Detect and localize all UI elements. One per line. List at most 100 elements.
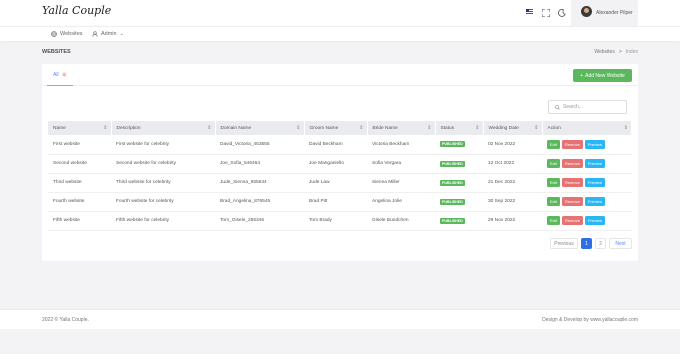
cell-domain: Joe_Sofia_546464 bbox=[215, 154, 304, 174]
cell-groom: Brad Pitt bbox=[304, 192, 367, 212]
column-date-label: Wedding Date bbox=[488, 125, 519, 131]
pagination-page-1[interactable]: 1 bbox=[581, 238, 592, 249]
cell-wedding-date: 02 Nov 2022 bbox=[483, 135, 542, 155]
websites-table: Name ⇕ Description ⇕ Domain Name ⇕ Groom Na… bbox=[48, 121, 632, 231]
plus-icon: + bbox=[580, 72, 584, 79]
sort-icon: ⇕ bbox=[296, 125, 301, 131]
remove-button[interactable]: Remove bbox=[561, 178, 583, 187]
cell-actions: Edit Remove Preview bbox=[542, 173, 632, 193]
cell-name: Fourth website bbox=[48, 192, 111, 212]
status-badge: PUBLISHED bbox=[440, 179, 465, 186]
brand-logo[interactable]: Yalla Couple bbox=[42, 4, 111, 17]
cell-status: PUBLISHED bbox=[435, 173, 483, 193]
user-menu[interactable]: Alexander Pilper bbox=[571, 0, 638, 26]
cell-description: Fifth website for celebrity bbox=[111, 211, 215, 231]
add-new-website-label: Add New Website bbox=[585, 72, 625, 79]
edit-button[interactable]: Edit bbox=[547, 216, 560, 225]
user-name: Alexander Pilper bbox=[596, 10, 633, 16]
pagination-next[interactable]: Next bbox=[609, 238, 632, 249]
column-header-groom[interactable]: Groom Name ⇕ bbox=[304, 121, 368, 135]
remove-button[interactable]: Remove bbox=[561, 197, 583, 206]
column-domain-label: Domain Name bbox=[220, 125, 252, 131]
fullscreen-icon[interactable] bbox=[541, 8, 550, 17]
footer-copyright: 2022 © Yalla Couple. bbox=[42, 317, 89, 323]
cell-description: Second website for celebrity bbox=[111, 154, 215, 174]
user-icon bbox=[92, 31, 98, 37]
table-header-row: Name ⇕ Description ⇕ Domain Name ⇕ Groom Na… bbox=[48, 121, 632, 135]
sort-icon: ⇕ bbox=[623, 125, 628, 131]
remove-button[interactable]: Remove bbox=[561, 139, 583, 149]
tab-all-label: All bbox=[53, 71, 59, 78]
pagination-page-2[interactable]: 2 bbox=[595, 238, 606, 249]
search-input[interactable] bbox=[563, 104, 621, 110]
cell-name: Third website bbox=[48, 173, 111, 193]
column-groom-label: Groom Name bbox=[309, 125, 339, 131]
sort-icon: ⇕ bbox=[534, 125, 539, 131]
column-header-action[interactable]: Action ⇕ bbox=[542, 121, 632, 135]
top-bar: Yalla Couple Alexander Pilper bbox=[0, 0, 680, 26]
cell-domain: David_Victoria_453555 bbox=[215, 135, 304, 155]
remove-button[interactable]: Remove bbox=[561, 159, 583, 168]
nav-websites-label: Websites bbox=[60, 31, 83, 37]
cell-groom: Joe Manganiello bbox=[304, 154, 367, 174]
edit-button[interactable]: Edit bbox=[547, 139, 560, 149]
websites-card: All 5 + Add New Website Name ⇕ Descriptio… bbox=[42, 64, 638, 261]
preview-button[interactable]: Preview bbox=[584, 216, 606, 225]
tab-all[interactable]: All 5 bbox=[47, 64, 73, 86]
globe-icon bbox=[51, 31, 57, 37]
cell-groom: David Beckham bbox=[304, 135, 367, 155]
chevron-down-icon: ⌄ bbox=[119, 31, 124, 37]
column-header-description[interactable]: Description ⇕ bbox=[111, 121, 216, 135]
cell-groom: Jude Law bbox=[304, 173, 367, 193]
status-badge: PUBLISHED bbox=[440, 141, 465, 148]
footer-credit: Design & Develop by www.yallacouple.com bbox=[542, 317, 638, 323]
column-header-name[interactable]: Name ⇕ bbox=[48, 121, 112, 135]
breadcrumb: Websites > Index bbox=[594, 49, 638, 55]
preview-button[interactable]: Preview bbox=[584, 139, 606, 149]
cell-actions: Edit Remove Preview bbox=[542, 154, 632, 174]
edit-button[interactable]: Edit bbox=[547, 159, 560, 168]
us-flag-icon[interactable] bbox=[526, 9, 533, 14]
column-header-bride[interactable]: Bride Name ⇕ bbox=[367, 121, 436, 135]
cell-wedding-date: 21 Dec 2022 bbox=[483, 173, 542, 193]
column-header-domain[interactable]: Domain Name ⇕ bbox=[215, 121, 305, 135]
breadcrumb-index: Index bbox=[625, 49, 638, 55]
cell-name: First website bbox=[48, 135, 111, 155]
remove-button[interactable]: Remove bbox=[561, 216, 583, 225]
column-bride-label: Bride Name bbox=[372, 125, 398, 131]
cell-status: PUBLISHED bbox=[435, 211, 483, 231]
tab-all-count-badge: 5 bbox=[61, 72, 67, 77]
page-title: WEBSITES bbox=[42, 49, 71, 55]
avatar bbox=[581, 6, 592, 17]
column-description-label: Description bbox=[116, 125, 141, 131]
cell-actions: Edit Remove Preview bbox=[542, 192, 632, 212]
cell-groom: Tom Brady bbox=[304, 211, 367, 231]
table-row: Fifth website Fifth website for celebrit… bbox=[48, 211, 632, 231]
breadcrumb-websites[interactable]: Websites bbox=[594, 49, 614, 55]
preview-button[interactable]: Preview bbox=[584, 197, 606, 206]
search-icon bbox=[555, 104, 560, 110]
cell-actions: Edit Remove Preview bbox=[542, 135, 632, 155]
table-row: Fourth website Fourth website for celebr… bbox=[48, 192, 632, 212]
cell-bride: Sofia Vergara bbox=[367, 154, 435, 174]
main-nav: Websites Admin ⌄ bbox=[0, 26, 680, 41]
nav-item-websites[interactable]: Websites bbox=[51, 31, 83, 37]
edit-button[interactable]: Edit bbox=[547, 178, 560, 187]
column-header-wedding-date[interactable]: Wedding Date ⇕ bbox=[483, 121, 543, 135]
cell-bride: Sienna Miller bbox=[367, 173, 435, 193]
nav-admin-label: Admin bbox=[101, 31, 117, 37]
nav-item-admin[interactable]: Admin ⌄ bbox=[92, 31, 124, 37]
footer: 2022 © Yalla Couple. Design & Develop by… bbox=[0, 309, 680, 329]
status-badge: PUBLISHED bbox=[440, 160, 465, 167]
dark-mode-moon-icon[interactable] bbox=[557, 8, 566, 17]
sort-icon: ⇕ bbox=[103, 125, 108, 131]
cell-bride: Victoria Beckham bbox=[367, 135, 435, 155]
pagination-previous[interactable]: Previous bbox=[550, 238, 578, 249]
add-new-website-button[interactable]: + Add New Website bbox=[573, 69, 632, 82]
edit-button[interactable]: Edit bbox=[547, 197, 560, 206]
tab-bar: All 5 + Add New Website bbox=[42, 64, 638, 86]
preview-button[interactable]: Preview bbox=[584, 159, 606, 168]
column-header-status[interactable]: Status ⇕ bbox=[435, 121, 484, 135]
preview-button[interactable]: Preview bbox=[584, 178, 606, 187]
cell-status: PUBLISHED bbox=[435, 135, 483, 155]
